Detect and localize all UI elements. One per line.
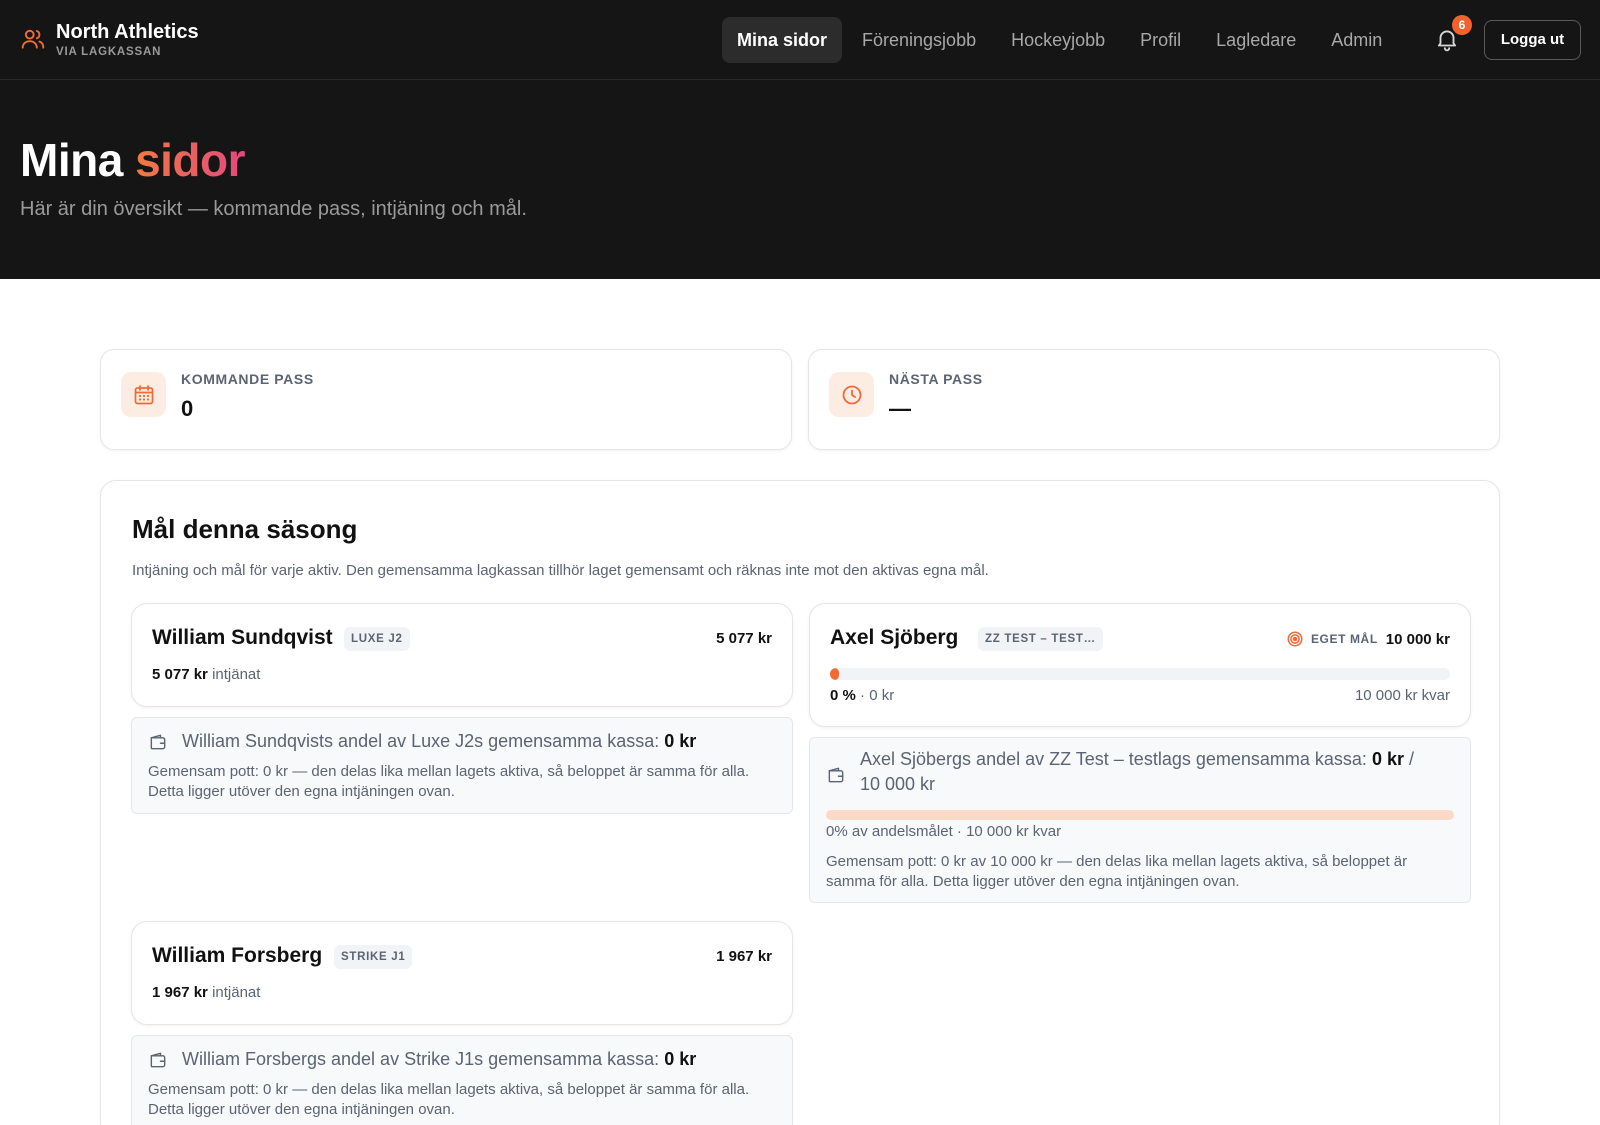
team-pot-note: Gemensam pott: 0 kr — den delas lika mel…	[148, 1081, 750, 1118]
athlete-name: William Sundqvist	[152, 626, 333, 649]
brand[interactable]: North Athletics VIA LAGKASSAN	[20, 20, 199, 59]
target-icon	[1287, 631, 1303, 647]
athlete-name: William Forsberg	[152, 944, 323, 967]
team-pot-label: Axel Sjöbergs andel av ZZ Test – testlag…	[860, 749, 1367, 769]
calendar-icon	[121, 372, 166, 417]
brand-name: North Athletics	[56, 21, 199, 43]
team-pot-title: Axel Sjöbergs andel av ZZ Test – testlag…	[860, 747, 1430, 797]
athlete-total: 5 077 kr	[716, 630, 772, 647]
team-pot-note: Gemensam pott: 0 kr av 10 000 kr — den d…	[826, 853, 1408, 890]
team-pot-value: 0 kr	[664, 731, 697, 751]
wallet-icon	[150, 1052, 166, 1068]
season-goals-title: Mål denna säsong	[132, 514, 358, 544]
goal-remaining: 10 000 kr kvar	[1354, 687, 1450, 704]
wallet-icon	[150, 734, 166, 750]
earned-amount: 1 967 kr	[152, 984, 208, 1001]
clock-icon	[829, 372, 874, 417]
season-goals-panel: Mål denna säsong Intjäning och mål för v…	[100, 480, 1500, 1125]
top-navbar: North Athletics VIA LAGKASSAN Mina sidor…	[0, 0, 1600, 80]
team-pot-value: 0 kr	[1371, 749, 1404, 769]
athlete-total: 1 967 kr	[716, 948, 772, 965]
team-pot-progress-bar	[826, 810, 1454, 820]
goal-progress-earned: · 0 kr	[860, 687, 895, 704]
page-title-main: Mina	[20, 134, 123, 186]
team-tag: ZZ TEST – TEST…	[978, 627, 1103, 651]
team-pot-note: Gemensam pott: 0 kr — den delas lika mel…	[148, 763, 750, 800]
team-pot-box: William Sundqvists andel av Luxe J2s gem…	[131, 717, 793, 814]
goal-progress-percent: 0 %	[830, 687, 856, 704]
next-session-card: NÄSTA PASS —	[808, 349, 1500, 450]
team-pot-label: William Sundqvists andel av Luxe J2s gem…	[182, 731, 660, 751]
team-pot-value: 0 kr	[664, 1049, 697, 1069]
logout-button[interactable]: Logga ut	[1484, 20, 1581, 60]
team-pot-box: Axel Sjöbergs andel av ZZ Test – testlag…	[809, 737, 1471, 903]
athlete-card: William Sundqvist LUXE J2 5 077 kr 5 077…	[131, 603, 793, 707]
team-tag: LUXE J2	[344, 627, 410, 651]
team-pot-label: William Forsbergs andel av Strike J1s ge…	[182, 1049, 660, 1069]
page-title-accent: sidor	[135, 134, 246, 186]
earned-amount: 5 077 kr	[152, 666, 208, 683]
users-icon	[21, 29, 45, 49]
nav-item-foreningsjobb[interactable]: Föreningsjobb	[847, 17, 991, 63]
athlete-card: William Forsberg STRIKE J1 1 967 kr 1 96…	[131, 921, 793, 1025]
nav-item-hockeyjobb[interactable]: Hockeyjobb	[996, 17, 1120, 63]
hero-section: Mina sidor Här är din översikt — kommand…	[0, 80, 1600, 279]
upcoming-sessions-value: 0	[181, 396, 194, 421]
team-pot-progress-text: 0% av andelsmålet · 10 000 kr kvar	[826, 823, 1062, 840]
earned-label: intjänat	[212, 666, 261, 683]
nav-item-lagledare[interactable]: Lagledare	[1201, 17, 1311, 63]
next-session-value: —	[889, 396, 911, 421]
nav-item-mina-sidor[interactable]: Mina sidor	[722, 17, 843, 63]
team-tag: STRIKE J1	[334, 945, 413, 969]
goal-progress-text: 0 % · 0 kr	[830, 687, 894, 704]
own-goal: EGET MÅL 10 000 kr	[1286, 630, 1450, 648]
athlete-earned: 1 967 kr intjänat	[152, 984, 260, 1001]
goal-progress-bar	[830, 668, 1450, 680]
season-goals-description: Intjäning och mål för varje aktiv. Den g…	[132, 562, 989, 579]
own-goal-label: EGET MÅL	[1310, 632, 1378, 646]
nav-item-profil[interactable]: Profil	[1125, 17, 1196, 63]
athlete-name: Axel Sjöberg	[830, 626, 959, 649]
next-session-label: NÄSTA PASS	[889, 371, 983, 387]
nav-item-admin[interactable]: Admin	[1316, 17, 1397, 63]
team-pot-box: William Forsbergs andel av Strike J1s ge…	[131, 1035, 793, 1125]
team-pot-title: William Sundqvists andel av Luxe J2s gem…	[182, 729, 752, 754]
athlete-earned: 5 077 kr intjänat	[152, 666, 260, 683]
team-pot-title: William Forsbergs andel av Strike J1s ge…	[182, 1047, 752, 1072]
goal-progress-fill	[830, 668, 839, 680]
athlete-card: Axel Sjöberg ZZ TEST – TEST… EGET MÅL 10…	[809, 603, 1471, 727]
upcoming-sessions-card: KOMMANDE PASS 0	[100, 349, 792, 450]
own-goal-value: 10 000 kr	[1385, 630, 1450, 648]
wallet-icon	[828, 767, 844, 783]
upcoming-sessions-label: KOMMANDE PASS	[181, 371, 314, 387]
earned-label: intjänat	[212, 984, 261, 1001]
main-nav: Mina sidor Föreningsjobb Hockeyjobb Prof…	[722, 17, 1402, 63]
page-title: Mina sidor	[20, 132, 246, 188]
brand-subtitle: VIA LAGKASSAN	[56, 46, 162, 58]
page-subtitle: Här är din översikt — kommande pass, int…	[20, 198, 527, 220]
notification-badge: 6	[1452, 15, 1472, 35]
